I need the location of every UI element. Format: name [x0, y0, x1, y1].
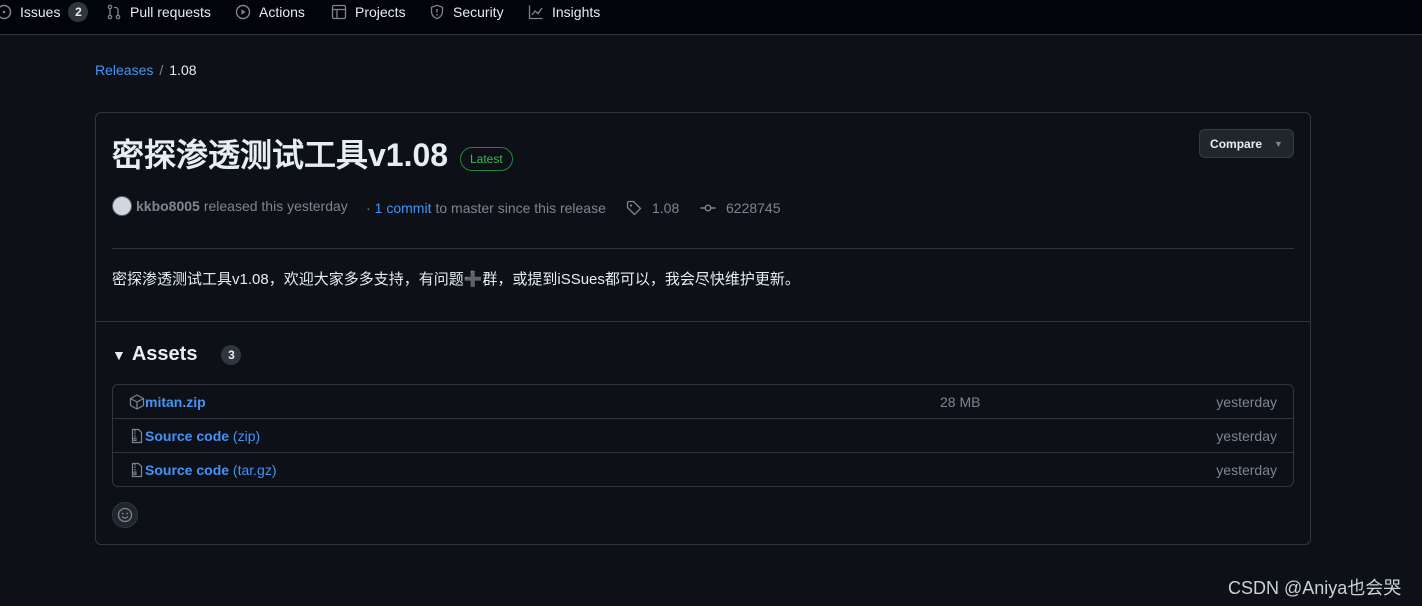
asset-ext: (tar.gz) [232, 461, 277, 478]
breadcrumb-current: 1.08 [169, 62, 197, 78]
tab-security[interactable]: Security [429, 0, 504, 24]
tag-icon [626, 200, 642, 216]
tab-projects-label: Projects [355, 4, 406, 20]
asset-date: yesterday [1216, 461, 1277, 478]
graph-icon [528, 5, 543, 20]
assets-list: mitan.zip 28 MB yesterday Source code (z… [112, 384, 1294, 487]
tab-actions-label: Actions [259, 4, 305, 20]
tab-issues[interactable]: Issues 2 [0, 0, 89, 24]
source-code-targz-link[interactable]: Source code (tar.gz) [145, 462, 277, 478]
package-icon [129, 394, 145, 410]
watermark: CSDN @Aniya也会哭 [1228, 578, 1402, 598]
list-item: Source code (tar.gz) yesterday [113, 452, 1293, 486]
asset-date: yesterday [1216, 394, 1277, 410]
release-card: 密探渗透测试工具v1.08 Latest Compare ▼ kkbo8005 … [95, 112, 1311, 545]
play-circle-icon [235, 4, 251, 20]
commits-link[interactable]: 1 commit [375, 200, 432, 216]
released-text: released this yesterday [203, 198, 348, 214]
table-icon [331, 4, 347, 20]
asset-name: Source code [145, 427, 230, 444]
add-reaction-button[interactable] [112, 502, 138, 528]
commit-sha: 6228745 [726, 200, 781, 216]
shield-icon [430, 4, 444, 20]
asset-ext: (zip) [232, 427, 261, 444]
asset-link[interactable]: mitan.zip [145, 394, 206, 410]
breadcrumb: Releases / 1.08 [95, 62, 197, 78]
author-link[interactable]: kkbo8005 [136, 198, 200, 214]
tab-insights[interactable]: Insights [528, 0, 600, 24]
divider [112, 248, 1294, 249]
tab-insights-label: Insights [552, 4, 601, 20]
compare-label: Compare [1210, 136, 1263, 151]
meta-dot: · [366, 200, 371, 216]
tab-pull-requests[interactable]: Pull requests [106, 0, 211, 24]
issue-icon [0, 4, 12, 20]
tab-actions[interactable]: Actions [235, 0, 305, 24]
breadcrumb-releases-link[interactable]: Releases [95, 62, 153, 78]
tab-issues-label: Issues [20, 4, 61, 20]
pull-request-icon [107, 4, 121, 20]
assets-count-badge: 3 [221, 344, 242, 365]
smiley-icon [117, 507, 133, 523]
commits-text: to master since this release [435, 200, 606, 216]
avatar[interactable] [112, 196, 132, 216]
release-title[interactable]: 密探渗透测试工具v1.08 [112, 135, 448, 175]
commit-sha-link[interactable]: 6228745 [700, 197, 781, 219]
asset-size: 28 MB [940, 394, 981, 410]
assets-toggle[interactable]: ▼ Assets 3 [112, 343, 242, 366]
asset-name: mitan.zip [145, 394, 206, 410]
issues-count-badge: 2 [68, 2, 89, 22]
latest-badge: Latest [460, 147, 513, 171]
asset-date: yesterday [1216, 427, 1277, 444]
tab-security-label: Security [453, 4, 504, 20]
tab-projects[interactable]: Projects [331, 0, 406, 24]
list-item: mitan.zip 28 MB yesterday [113, 385, 1293, 419]
commits-info: · 1 commit to master since this release [366, 197, 606, 219]
file-zip-icon [131, 462, 143, 477]
source-code-zip-link[interactable]: Source code (zip) [145, 428, 260, 444]
file-zip-icon [131, 428, 143, 443]
triangle-down-icon: ▼ [112, 346, 126, 363]
tag-link[interactable]: 1.08 [626, 197, 679, 219]
tag-label: 1.08 [652, 200, 680, 216]
assets-title: Assets [131, 343, 198, 365]
release-author-info: kkbo8005 released this yesterday [112, 195, 348, 217]
compare-button[interactable]: Compare ▼ [1199, 129, 1294, 158]
asset-name: Source code [145, 461, 230, 478]
tab-pull-requests-label: Pull requests [130, 4, 211, 20]
divider [96, 321, 1310, 322]
chevron-down-icon: ▼ [1274, 138, 1283, 149]
repo-nav: Issues 2 Pull requests Actions Projects … [0, 0, 1422, 35]
release-notes: 密探渗透测试工具v1.08，欢迎大家多多支持，有问题➕群，或提到iSSues都可… [112, 271, 800, 288]
git-commit-icon [700, 204, 716, 212]
list-item: Source code (zip) yesterday [113, 418, 1293, 452]
breadcrumb-separator: / [159, 62, 164, 78]
